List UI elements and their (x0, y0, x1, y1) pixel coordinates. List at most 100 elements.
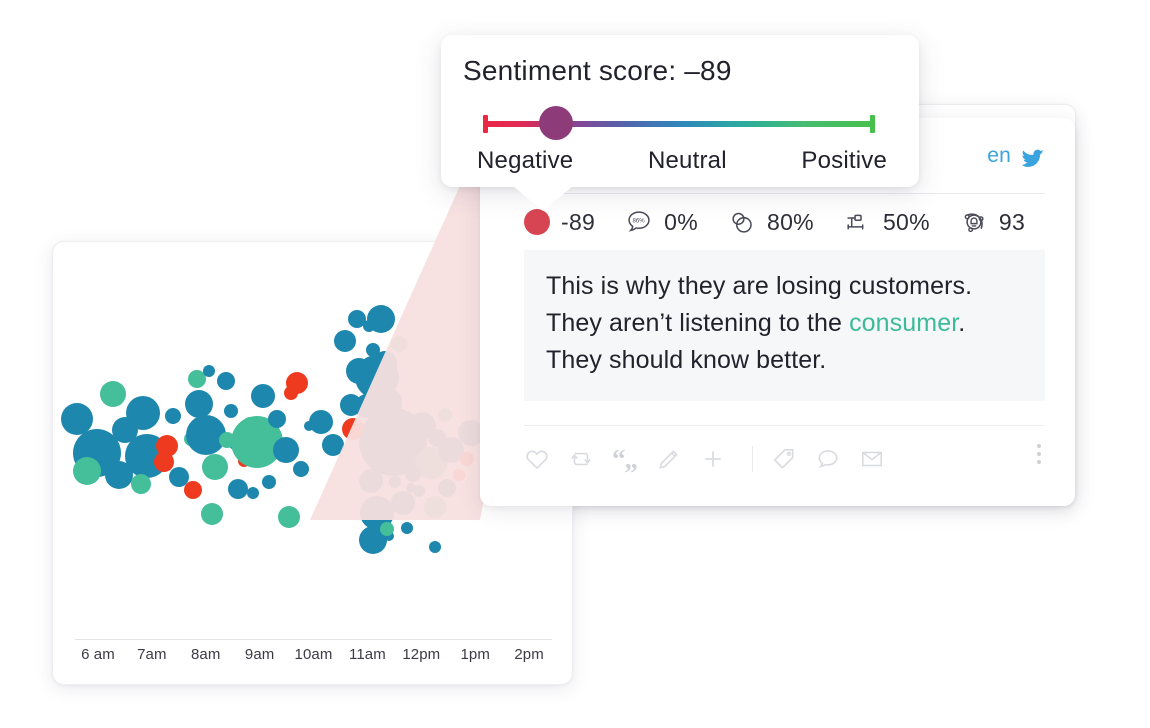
bubble-69[interactable] (380, 522, 394, 536)
sentiment-score-tooltip: Sentiment score: –89 Negative Neutral Po… (441, 35, 919, 187)
tooltip-pointer (513, 186, 573, 211)
scale-label-positive: Positive (801, 147, 887, 175)
sentiment-scale-thumb[interactable] (539, 106, 573, 140)
bubble-33[interactable] (293, 461, 309, 477)
x-tick-4: 10am (287, 646, 341, 663)
metric-sentiment-dot[interactable]: -89 (524, 209, 595, 236)
bubble-28[interactable] (262, 475, 276, 489)
metric-speech-bubble-percent[interactable]: 86% 0% (625, 208, 698, 236)
bubble-70[interactable] (429, 541, 441, 553)
scale-label-neutral: Neutral (648, 147, 727, 175)
bubble-45[interactable] (391, 336, 407, 352)
bubble-62[interactable] (413, 485, 425, 497)
bubble-17[interactable] (203, 365, 215, 377)
bubble-10[interactable] (165, 408, 181, 424)
bubble-76[interactable] (460, 452, 474, 466)
bubble-71[interactable] (278, 506, 300, 528)
tweet-author-handle[interactable]: en (987, 144, 1011, 168)
bubble-56[interactable] (453, 469, 465, 481)
plus-icon[interactable] (700, 442, 744, 476)
bubble-72[interactable] (247, 487, 259, 499)
x-tick-8: 2pm (502, 646, 556, 663)
heart-icon[interactable] (524, 442, 568, 476)
bubble-30[interactable] (273, 437, 299, 463)
bubble-20[interactable] (217, 372, 235, 390)
header-divider (524, 193, 1045, 194)
metric-overlapping-circles[interactable]: 80% (728, 208, 814, 236)
bubble-37[interactable] (334, 330, 356, 352)
svg-text:86%: 86% (633, 218, 646, 224)
bubble-66[interactable] (401, 522, 413, 534)
bubble-0[interactable] (61, 403, 93, 435)
comment-icon[interactable] (815, 442, 859, 476)
scale-min-cap (483, 115, 488, 133)
bubble-11[interactable] (169, 467, 189, 487)
actions-separator (752, 446, 753, 472)
bubble-21[interactable] (224, 404, 238, 418)
quote-icon[interactable]: “„ (612, 442, 656, 476)
bubble-15[interactable] (184, 481, 202, 499)
sentiment-dot-icon (524, 209, 550, 235)
bubble-64[interactable] (391, 491, 415, 515)
bubble-6[interactable] (126, 396, 160, 430)
bubble-27[interactable] (251, 384, 275, 408)
bubble-2[interactable] (73, 457, 101, 485)
bubble-14[interactable] (185, 390, 213, 418)
x-tick-7: 1pm (448, 646, 502, 663)
tweet-text: This is why they are losing customers. T… (546, 268, 1021, 379)
bubble-29[interactable] (268, 410, 286, 428)
metric-value-2: 80% (767, 209, 814, 236)
x-tick-0: 6 am (71, 646, 125, 663)
sentiment-scale-labels: Negative Neutral Positive (463, 147, 895, 175)
x-tick-2: 8am (179, 646, 233, 663)
twitter-bird-icon (1021, 147, 1045, 171)
bubble-73[interactable] (154, 452, 174, 472)
pencil-icon[interactable] (656, 442, 700, 476)
x-tick-1: 7am (125, 646, 179, 663)
metric-value-4: 93 (999, 209, 1025, 236)
scale-label-negative: Negative (477, 147, 573, 175)
bubble-23[interactable] (228, 479, 248, 499)
screenshot-stage: 6 am7am8am9am10am11am12pm1pm2pm en -89 86… (0, 0, 1150, 728)
scale-max-cap (870, 115, 875, 133)
bubble-19[interactable] (202, 454, 228, 480)
influence-orbit-icon (960, 208, 988, 236)
bubble-50[interactable] (342, 418, 364, 440)
bubble-57[interactable] (438, 479, 456, 497)
tag-icon[interactable] (771, 442, 815, 476)
bubble-32[interactable] (286, 372, 308, 394)
metric-influence-orbit[interactable]: 93 (960, 208, 1025, 236)
x-tick-6: 12pm (394, 646, 448, 663)
kebab-menu-icon[interactable] (1037, 444, 1041, 464)
tweet-text-highlight[interactable]: consumer (849, 309, 958, 337)
tweet-text-container: This is why they are losing customers. T… (524, 250, 1045, 401)
speech-bubble-percent-icon: 86% (625, 208, 653, 236)
bubble-60[interactable] (389, 476, 401, 488)
tweet-action-bar: “„ (480, 426, 1075, 476)
x-axis-line (75, 639, 552, 640)
envelope-icon[interactable] (859, 442, 903, 476)
bubble-53[interactable] (438, 408, 452, 422)
bubble-36[interactable] (322, 434, 344, 456)
measure-bars-icon (844, 208, 872, 236)
x-tick-5: 11am (340, 646, 394, 663)
tooltip-title: Sentiment score: –89 (463, 55, 895, 87)
bubble-59[interactable] (359, 469, 383, 493)
bubble-74[interactable] (219, 432, 235, 448)
x-tick-3: 9am (233, 646, 287, 663)
bubble-35[interactable] (309, 410, 333, 434)
sentiment-scale[interactable] (463, 113, 895, 135)
metric-value-1: 0% (664, 209, 698, 236)
bubble-42[interactable] (367, 305, 395, 333)
metric-value-3: 50% (883, 209, 930, 236)
retweet-icon[interactable] (568, 442, 612, 476)
bubble-8[interactable] (131, 474, 151, 494)
bubble-61[interactable] (405, 466, 421, 482)
x-axis-tick-labels: 6 am7am8am9am10am11am12pm1pm2pm (53, 646, 573, 663)
bubble-16[interactable] (186, 415, 226, 455)
bubble-63[interactable] (424, 496, 446, 518)
bubble-3[interactable] (100, 381, 126, 407)
bubble-18[interactable] (201, 503, 223, 525)
metric-measure-bars[interactable]: 50% (844, 208, 930, 236)
metric-value-0: -89 (561, 209, 595, 236)
